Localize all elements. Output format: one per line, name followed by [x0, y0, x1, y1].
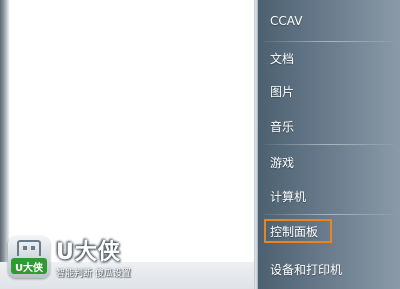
menu-item-devices-printers[interactable]: 设备和打印机	[266, 257, 392, 281]
logo-name: U大侠	[56, 240, 121, 265]
menu-item-games[interactable]: 游戏	[266, 150, 392, 174]
menu-item-control-panel[interactable]: 控制面板	[264, 219, 332, 243]
menu-item-pictures[interactable]: 图片	[266, 79, 392, 103]
menu-item-computer[interactable]: 计算机	[266, 184, 392, 208]
usb-drive-icon: U大侠	[8, 236, 50, 278]
menu-separator	[264, 41, 394, 42]
start-menu-right-pane: CCAV 文档 图片 音乐 游戏 计算机 控制面板 设备和打印机	[258, 0, 400, 289]
menu-separator	[264, 144, 394, 145]
menu-item-music[interactable]: 音乐	[266, 114, 392, 138]
uda-xia-watermark-logo: U大侠 U大侠 智能判断 傻瓜设置	[4, 232, 140, 284]
logo-badge-text: U大侠	[11, 258, 47, 274]
usb-connector-icon	[17, 240, 41, 256]
logo-tagline: 智能判断 傻瓜设置	[56, 269, 131, 279]
menu-item-ccav[interactable]: CCAV	[266, 9, 392, 33]
menu-item-documents[interactable]: 文档	[266, 46, 392, 70]
menu-separator	[264, 214, 394, 215]
